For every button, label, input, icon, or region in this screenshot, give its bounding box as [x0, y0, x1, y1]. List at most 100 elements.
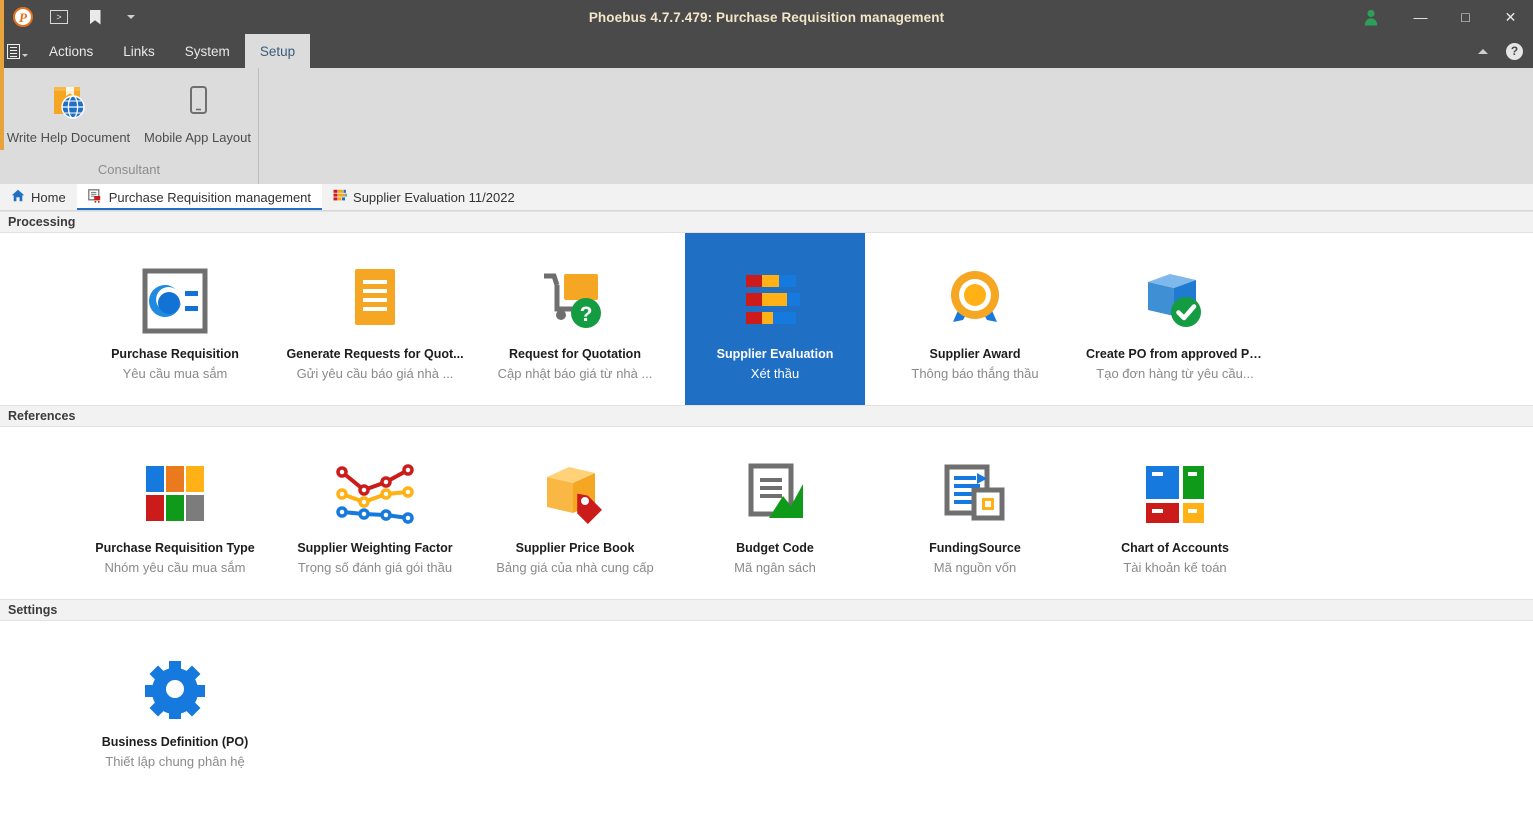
tile-title: Generate Requests for Quot... [286, 347, 464, 361]
tile-title: FundingSource [929, 541, 1021, 555]
tab-home[interactable]: Home [0, 184, 77, 210]
menu-item-links[interactable]: Links [108, 34, 170, 68]
menu-bar: Actions Links System Setup ? [0, 34, 1533, 68]
tile-purchase-requisition[interactable]: Purchase Requisition Yêu cầu mua sắm [85, 233, 265, 405]
tile-title: Business Definition (PO) [101, 735, 249, 749]
tile-subtitle: Cập nhật báo giá từ nhà ... [497, 366, 653, 381]
maximize-button[interactable]: □ [1443, 0, 1488, 34]
tile-subtitle: Yêu cầu mua sắm [122, 366, 228, 381]
tab-supplier-evaluation[interactable]: Supplier Evaluation 11/2022 [322, 184, 526, 210]
tile-create-po-from-approved-prs[interactable]: Create PO from approved PRs Tạo đơn hàng… [1085, 233, 1265, 405]
ribbon-empty-area [259, 68, 1533, 184]
tile-row-settings: Business Definition (PO) Thiết lập chung… [0, 621, 1533, 793]
tile-supplier-award[interactable]: Supplier Award Thông báo thắng thầu [885, 233, 1065, 405]
menu-item-setup[interactable]: Setup [244, 34, 311, 68]
window-controls: — □ ✕ [1356, 0, 1533, 34]
tile-title: Chart of Accounts [1121, 541, 1229, 555]
tile-title: Supplier Evaluation [716, 347, 834, 361]
mobile-phone-icon [183, 80, 213, 126]
left-edge-accent [0, 0, 4, 150]
section-header-references: References [0, 405, 1533, 427]
stacked-bars-icon [744, 261, 806, 341]
tile-subtitle: Thông báo thắng thầu [911, 366, 1039, 381]
tab-label-purchase-requisition-management: Purchase Requisition management [108, 189, 312, 205]
bookmark-icon[interactable] [82, 5, 108, 29]
tile-subtitle: Xét thầu [750, 366, 800, 381]
tile-title: Supplier Weighting Factor [297, 541, 453, 555]
section-header-settings: Settings [0, 599, 1533, 621]
ribbon-button-mobile-app-layout[interactable]: Mobile App Layout [137, 74, 258, 162]
tile-title: Create PO from approved PRs [1086, 347, 1264, 361]
tile-supplier-evaluation[interactable]: Supplier Evaluation Xét thầu [685, 233, 865, 405]
tab-purchase-requisition-management[interactable]: Purchase Requisition management [76, 184, 323, 210]
accounts-blocks-icon [1144, 455, 1206, 535]
tab-label-supplier-evaluation: Supplier Evaluation 11/2022 [353, 189, 515, 205]
quick-access-dropdown-icon[interactable] [118, 5, 144, 29]
tile-subtitle: Tài khoản kế toán [1123, 560, 1227, 575]
gear-icon [145, 649, 205, 729]
tile-budget-code[interactable]: Budget Code Mã ngân sách [685, 427, 865, 599]
document-menu-icon[interactable] [0, 34, 34, 68]
script-icon[interactable]: > [46, 5, 72, 29]
tile-row-processing: Purchase Requisition Yêu cầu mua sắm Gen… [0, 233, 1533, 405]
award-medal-icon [942, 261, 1008, 341]
ribbon-group-title: Consultant [97, 162, 161, 177]
tile-funding-source[interactable]: FundingSource Mã nguồn vốn [885, 427, 1065, 599]
supplier-evaluation-icon [333, 189, 347, 205]
content-area: Processing Purchase Requisition Yêu cầu … [0, 211, 1533, 821]
app-logo-icon[interactable]: P [10, 5, 36, 29]
tile-purchase-requisition-type[interactable]: Purchase Requisition Type Nhóm yêu cầu m… [85, 427, 265, 599]
tile-title: Budget Code [736, 541, 814, 555]
tile-generate-requests-for-quotation[interactable]: Generate Requests for Quot... Gửi yêu cầ… [285, 233, 465, 405]
tile-row-references: Purchase Requisition Type Nhóm yêu cầu m… [0, 427, 1533, 599]
ribbon-label-mobile-app-layout: Mobile App Layout [144, 130, 251, 145]
box-check-icon [1140, 261, 1210, 341]
tile-chart-of-accounts[interactable]: Chart of Accounts Tài khoản kế toán [1085, 427, 1265, 599]
ribbon: Write Help Document Mobile App Layout Co… [0, 68, 1533, 184]
cart-question-icon: ? [538, 261, 612, 341]
tab-label-home: Home [31, 189, 66, 205]
tile-subtitle: Nhóm yêu cầu mua sắm [104, 560, 246, 575]
purchase-requisition-icon [139, 261, 211, 341]
ribbon-group-consultant: Write Help Document Mobile App Layout Co… [0, 68, 259, 184]
document-chart-icon [743, 455, 807, 535]
window-title: Phoebus 4.7.7.479: Purchase Requisition … [588, 9, 945, 25]
application-window: P > Phoebus 4.7.7.479: Purchase Requisit… [0, 0, 1533, 821]
tile-subtitle: Tạo đơn hàng từ yêu cầu... [1096, 366, 1254, 381]
menu-item-actions[interactable]: Actions [34, 34, 108, 68]
tile-subtitle: Bảng giá của nhà cung cấp [496, 560, 654, 575]
color-grid-icon [144, 455, 206, 535]
tile-subtitle: Mã ngân sách [734, 560, 816, 575]
help-icon[interactable]: ? [1506, 42, 1523, 60]
tile-subtitle: Thiết lập chung phân hệ [105, 754, 245, 769]
tile-title: Request for Quotation [509, 347, 641, 361]
document-square-icon [941, 455, 1009, 535]
home-icon [11, 189, 25, 205]
ribbon-label-write-help-document: Write Help Document [6, 130, 131, 145]
minimize-button[interactable]: — [1398, 0, 1443, 34]
tile-business-definition-po[interactable]: Business Definition (PO) Thiết lập chung… [85, 621, 265, 793]
svg-text:?: ? [580, 303, 593, 326]
close-button[interactable]: ✕ [1488, 0, 1533, 34]
ribbon-button-write-help-document[interactable]: Write Help Document [0, 74, 137, 162]
tab-strip: Home Purchase Requisition management Sup… [0, 184, 1533, 211]
purchase-requisition-icon [87, 188, 103, 206]
tile-title: Supplier Price Book [515, 541, 635, 555]
menu-bar-right: ? [1478, 34, 1533, 68]
tile-supplier-weighting-factor[interactable]: Supplier Weighting Factor Trọng số đánh … [285, 427, 465, 599]
title-bar: P > Phoebus 4.7.7.479: Purchase Requisit… [0, 0, 1533, 34]
help-book-globe-icon [47, 80, 91, 126]
box-tag-icon [541, 455, 609, 535]
tile-request-for-quotation[interactable]: ? Request for Quotation Cập nhật báo giá… [485, 233, 665, 405]
line-chart-icon [334, 455, 416, 535]
tile-title: Purchase Requisition [111, 347, 239, 361]
tile-supplier-price-book[interactable]: Supplier Price Book Bảng giá của nhà cun… [485, 427, 665, 599]
chevron-up-icon[interactable] [1478, 48, 1488, 54]
user-icon[interactable] [1356, 9, 1386, 26]
tile-subtitle: Gửi yêu cầu báo giá nhà ... [296, 366, 454, 381]
tile-title: Purchase Requisition Type [95, 541, 255, 555]
section-header-processing: Processing [0, 211, 1533, 233]
menu-item-system[interactable]: System [170, 34, 245, 68]
tile-subtitle: Trọng số đánh giá gói thầu [297, 560, 453, 575]
quick-access-toolbar: P > [0, 5, 144, 29]
